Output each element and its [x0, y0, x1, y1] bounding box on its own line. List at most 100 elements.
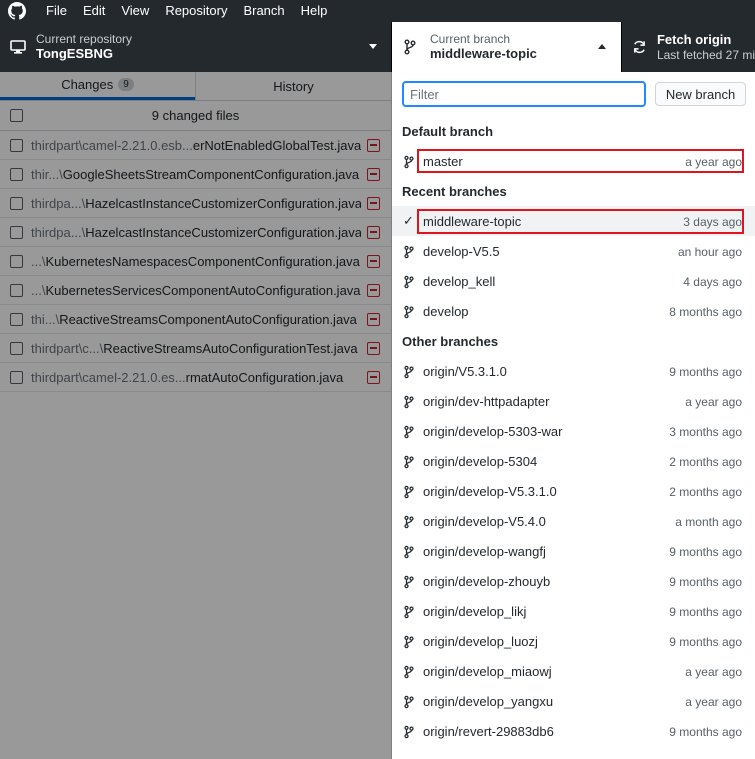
branch-item-name: origin/dev-httpadapter — [423, 394, 550, 409]
git-branch-icon — [404, 485, 414, 499]
git-branch-icon — [404, 515, 414, 529]
git-branch-icon — [404, 545, 414, 559]
branch-item-origin-develop-5304[interactable]: origin/develop-5304 2 months ago — [392, 446, 755, 476]
repository-name: TongESBNG — [36, 46, 114, 61]
branch-item-name: origin/V5.3.1.0 — [423, 364, 507, 379]
branch-item-name: origin/revert-29883db6 — [423, 724, 554, 739]
menu-help[interactable]: Help — [293, 0, 336, 22]
branch-item-develop[interactable]: develop 8 months ago — [392, 296, 755, 326]
branch-item-origin-develop-luozj[interactable]: origin/develop_luozj 9 months ago — [392, 626, 755, 656]
branch-item-origin-develop-5303-war[interactable]: origin/develop-5303-war 3 months ago — [392, 416, 755, 446]
git-branch-icon — [404, 605, 414, 619]
menu-repository[interactable]: Repository — [157, 0, 235, 22]
git-branch-icon — [404, 305, 414, 319]
branch-item-name: origin/develop-5303-war — [423, 424, 563, 439]
branch-item-name: origin/develop_miaowj — [423, 664, 552, 679]
other-branches-header: Other branches — [402, 333, 499, 349]
branch-item-name: origin/develop-5304 — [423, 454, 538, 469]
branch-item-name: origin/develop-V5.4.0 — [423, 514, 546, 529]
branch-item-time: 9 months ago — [669, 605, 742, 619]
branch-item-origin-develop-zhouyb[interactable]: origin/develop-zhouyb 9 months ago — [392, 566, 755, 596]
fetch-origin-subtitle: Last fetched 27 mi — [656, 48, 755, 62]
git-branch-icon — [404, 275, 414, 289]
branch-item-name: develop — [423, 304, 469, 319]
current-repository-button[interactable]: Current repository TongESBNG — [0, 22, 392, 72]
branch-item-origin-develop-v5-4-0[interactable]: origin/develop-V5.4.0 a month ago — [392, 506, 755, 536]
caret-down-icon — [369, 44, 377, 49]
branch-dropdown: New branch Default branch mastera year a… — [392, 72, 755, 759]
branch-item-time: 9 months ago — [669, 635, 742, 649]
branch-item-time: a year ago — [685, 695, 742, 709]
github-logo-icon — [8, 2, 26, 20]
git-branch-icon — [404, 395, 414, 409]
branch-item-origin-revert-29883db6[interactable]: origin/revert-29883db6 9 months ago — [392, 716, 755, 746]
current-branch-button[interactable]: Current branch middleware-topic — [392, 22, 622, 72]
branch-item-name: origin/develop-V5.3.1.0 — [423, 484, 557, 499]
new-branch-button[interactable]: New branch — [655, 82, 746, 106]
menu-branch[interactable]: Branch — [235, 0, 292, 22]
desktop-icon — [10, 40, 26, 54]
branch-item-name: develop_kell — [423, 274, 496, 289]
branch-item-time: a year ago — [685, 665, 742, 679]
git-branch-icon — [404, 455, 414, 469]
fetch-origin-button[interactable]: Fetch origin Last fetched 27 mi — [622, 22, 755, 72]
other-branches-list: origin/V5.3.1.0 9 months ago origin/dev-ht… — [392, 356, 755, 746]
menu-bar: File Edit View Repository Branch Help — [0, 0, 755, 22]
branch-item-time: 8 months ago — [669, 305, 742, 319]
branch-item-time: 2 months ago — [669, 455, 742, 469]
branch-item-name: origin/develop_likj — [423, 604, 527, 619]
branch-item-origin-v5-3-1-0[interactable]: origin/V5.3.1.0 9 months ago — [392, 356, 755, 386]
branch-item-time: 4 days ago — [683, 275, 742, 289]
branch-item-name: origin/develop-wangfj — [423, 544, 546, 559]
git-branch-icon — [404, 39, 416, 55]
menu-view[interactable]: View — [113, 0, 157, 22]
default-branch-header: Default branch — [402, 123, 494, 139]
branch-item-origin-develop-yangxu[interactable]: origin/develop_yangxu a year ago — [392, 686, 755, 716]
modal-overlay[interactable] — [0, 72, 392, 759]
git-branch-icon — [404, 155, 414, 169]
menu-edit[interactable]: Edit — [75, 0, 113, 22]
branch-filter-input[interactable] — [402, 81, 646, 107]
branch-item-name: origin/develop_yangxu — [423, 694, 554, 709]
branch-label: Current branch — [430, 32, 511, 46]
highlight-box-master — [417, 149, 744, 173]
branch-item-develop-kell[interactable]: develop_kell 4 days ago — [392, 266, 755, 296]
branch-item-name: origin/develop-zhouyb — [423, 574, 551, 589]
git-branch-icon — [404, 695, 414, 709]
repository-label: Current repository — [36, 32, 133, 46]
branch-item-time: 9 months ago — [669, 725, 742, 739]
git-branch-icon — [404, 635, 414, 649]
checkmark-icon: ✓ — [403, 213, 414, 228]
branch-name: middleware-topic — [430, 46, 537, 61]
git-branch-icon — [404, 365, 414, 379]
branch-item-time: 9 months ago — [669, 365, 742, 379]
branch-item-time: an hour ago — [677, 245, 742, 259]
filter-row: New branch — [392, 72, 755, 116]
git-branch-icon — [404, 575, 414, 589]
branch-item-name: develop-V5.5 — [423, 244, 500, 259]
changes-panel: Changes 9 History 9 changed files thirdp… — [0, 72, 392, 759]
branch-item-time: 9 months ago — [669, 545, 742, 559]
branch-item-name: origin/develop_luozj — [423, 634, 538, 649]
branch-item-origin-develop-miaowj[interactable]: origin/develop_miaowj a year ago — [392, 656, 755, 686]
menu-file[interactable]: File — [38, 0, 75, 22]
highlight-box-middleware-topic — [417, 209, 744, 234]
branch-item-origin-develop-wangfj[interactable]: origin/develop-wangfj 9 months ago — [392, 536, 755, 566]
toolbar: Current repository TongESBNG Current bra… — [0, 22, 755, 72]
git-branch-icon — [404, 245, 414, 259]
branch-item-time: 9 months ago — [669, 575, 742, 589]
recent-branches-header: Recent branches — [402, 183, 507, 199]
branch-item-time: a year ago — [685, 395, 742, 409]
sync-icon — [634, 40, 645, 54]
branch-item-origin-develop-v5-3-1-0[interactable]: origin/develop-V5.3.1.0 2 months ago — [392, 476, 755, 506]
caret-up-icon — [598, 44, 606, 49]
branch-item-time: 2 months ago — [669, 485, 742, 499]
branch-item-origin-dev-httpadapter[interactable]: origin/dev-httpadapter a year ago — [392, 386, 755, 416]
branch-item-origin-develop-likj[interactable]: origin/develop_likj 9 months ago — [392, 596, 755, 626]
git-branch-icon — [404, 665, 414, 679]
branch-item-time: 3 months ago — [669, 425, 742, 439]
git-branch-icon — [404, 425, 414, 439]
branch-item-develop-v5-5[interactable]: develop-V5.5 an hour ago — [392, 236, 755, 266]
branch-item-time: a month ago — [675, 515, 742, 529]
git-branch-icon — [404, 725, 414, 739]
